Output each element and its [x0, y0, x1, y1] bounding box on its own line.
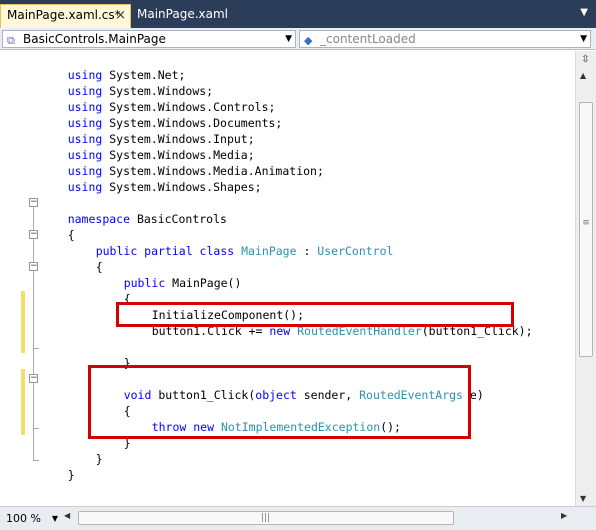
scroll-left-icon[interactable]: ◀: [64, 511, 70, 520]
code-line[interactable]: using System.Windows;: [40, 67, 213, 98]
code-line[interactable]: using System.Windows.Shapes;: [40, 163, 262, 194]
code-line[interactable]: {: [96, 275, 131, 306]
chevron-down-icon[interactable]: ▼: [580, 31, 587, 47]
document-tab-bar: MainPage.xaml.cs* × MainPage.xaml ▼: [0, 0, 596, 28]
outline-guide: [33, 348, 39, 349]
scroll-right-icon[interactable]: ▶: [561, 511, 567, 520]
code-line[interactable]: using System.Windows.Input;: [40, 115, 255, 146]
chevron-down-icon[interactable]: ▼: [285, 31, 292, 47]
class-icon: ⧉: [7, 34, 15, 47]
collapse-icon[interactable]: −: [29, 198, 38, 207]
chevron-down-icon[interactable]: ▼: [52, 510, 58, 527]
code-line[interactable]: using System.Windows.Controls;: [40, 83, 276, 114]
code-text: BasicControls: [130, 212, 227, 226]
zoom-level: 100 %: [6, 512, 41, 525]
code-line[interactable]: using System.Windows.Documents;: [40, 99, 283, 130]
code-editor[interactable]: − − − − using System.Net; using System.W…: [0, 51, 575, 506]
change-marker: [21, 369, 25, 435]
collapse-icon[interactable]: −: [29, 374, 38, 383]
type-selector-value: BasicControls.MainPage: [23, 32, 166, 46]
vertical-scroll-thumb[interactable]: ≡: [579, 102, 593, 357]
code-line[interactable]: {: [68, 243, 103, 274]
tab-mainpage-xaml-cs[interactable]: MainPage.xaml.cs* ×: [0, 4, 131, 28]
grip-icon: |||: [261, 513, 271, 523]
outline-guide: [33, 460, 39, 461]
code-keyword: public partial class: [95, 244, 235, 258]
navigation-bar: ⧉ BasicControls.MainPage ▼ ◆ _contentLoa…: [0, 28, 596, 50]
code-type: MainPage: [241, 244, 297, 258]
code-type: UserControl: [317, 244, 394, 258]
collapse-icon[interactable]: −: [29, 230, 38, 239]
code-text: System.Windows.Shapes;: [102, 180, 262, 194]
code-line[interactable]: public MainPage(): [96, 259, 242, 290]
close-icon[interactable]: ×: [115, 5, 126, 26]
highlight-box-event-subscription: [116, 302, 514, 327]
code-line[interactable]: }: [96, 339, 131, 370]
code-line[interactable]: }: [40, 451, 75, 482]
horizontal-bar: 100 % ▼ ◀ ||| ▶: [0, 506, 596, 530]
zoom-selector[interactable]: 100 % ▼: [2, 510, 60, 527]
member-selector[interactable]: ◆ _contentLoaded ▼: [299, 30, 591, 48]
code-line[interactable]: using System.Windows.Media;: [40, 131, 255, 162]
member-selector-value: _contentLoaded: [320, 32, 416, 46]
horizontal-scroll-thumb[interactable]: |||: [78, 511, 454, 525]
split-handle-icon[interactable]: ⇳: [578, 53, 593, 67]
code-line[interactable]: using System.Windows.Media.Animation;: [40, 147, 324, 178]
code-line[interactable]: namespace BasicControls: [40, 195, 227, 226]
grip-icon: ≡: [582, 218, 590, 228]
tab-mainpage-xaml[interactable]: MainPage.xaml: [131, 4, 251, 28]
outline-guide: [33, 428, 39, 429]
tab-label: MainPage.xaml.cs*: [7, 8, 121, 22]
code-text: }: [67, 468, 75, 482]
code-keyword: namespace: [67, 212, 131, 226]
vertical-scrollbar[interactable]: ⇳ ▲ ≡ ▼: [575, 51, 596, 506]
code-line[interactable]: using System.Net;: [40, 51, 186, 82]
field-icon: ◆: [304, 34, 313, 47]
scroll-down-icon[interactable]: ▼: [580, 494, 586, 503]
code-line[interactable]: {: [40, 211, 75, 242]
type-selector[interactable]: ⧉ BasicControls.MainPage ▼: [2, 30, 296, 48]
code-line[interactable]: public partial class MainPage : UserCont…: [68, 227, 394, 258]
outline-guide: [33, 207, 34, 461]
code-keyword: using: [67, 180, 103, 194]
highlight-box-event-handler: [88, 365, 471, 439]
code-text: MainPage(): [165, 276, 242, 290]
editor-gutter: [0, 51, 24, 506]
collapse-icon[interactable]: −: [29, 262, 38, 271]
tab-label: MainPage.xaml: [137, 7, 228, 21]
scroll-up-icon[interactable]: ▲: [580, 71, 586, 80]
change-marker: [21, 291, 25, 353]
code-text: }: [95, 452, 103, 466]
tab-dropdown-icon[interactable]: ▼: [580, 7, 588, 18]
